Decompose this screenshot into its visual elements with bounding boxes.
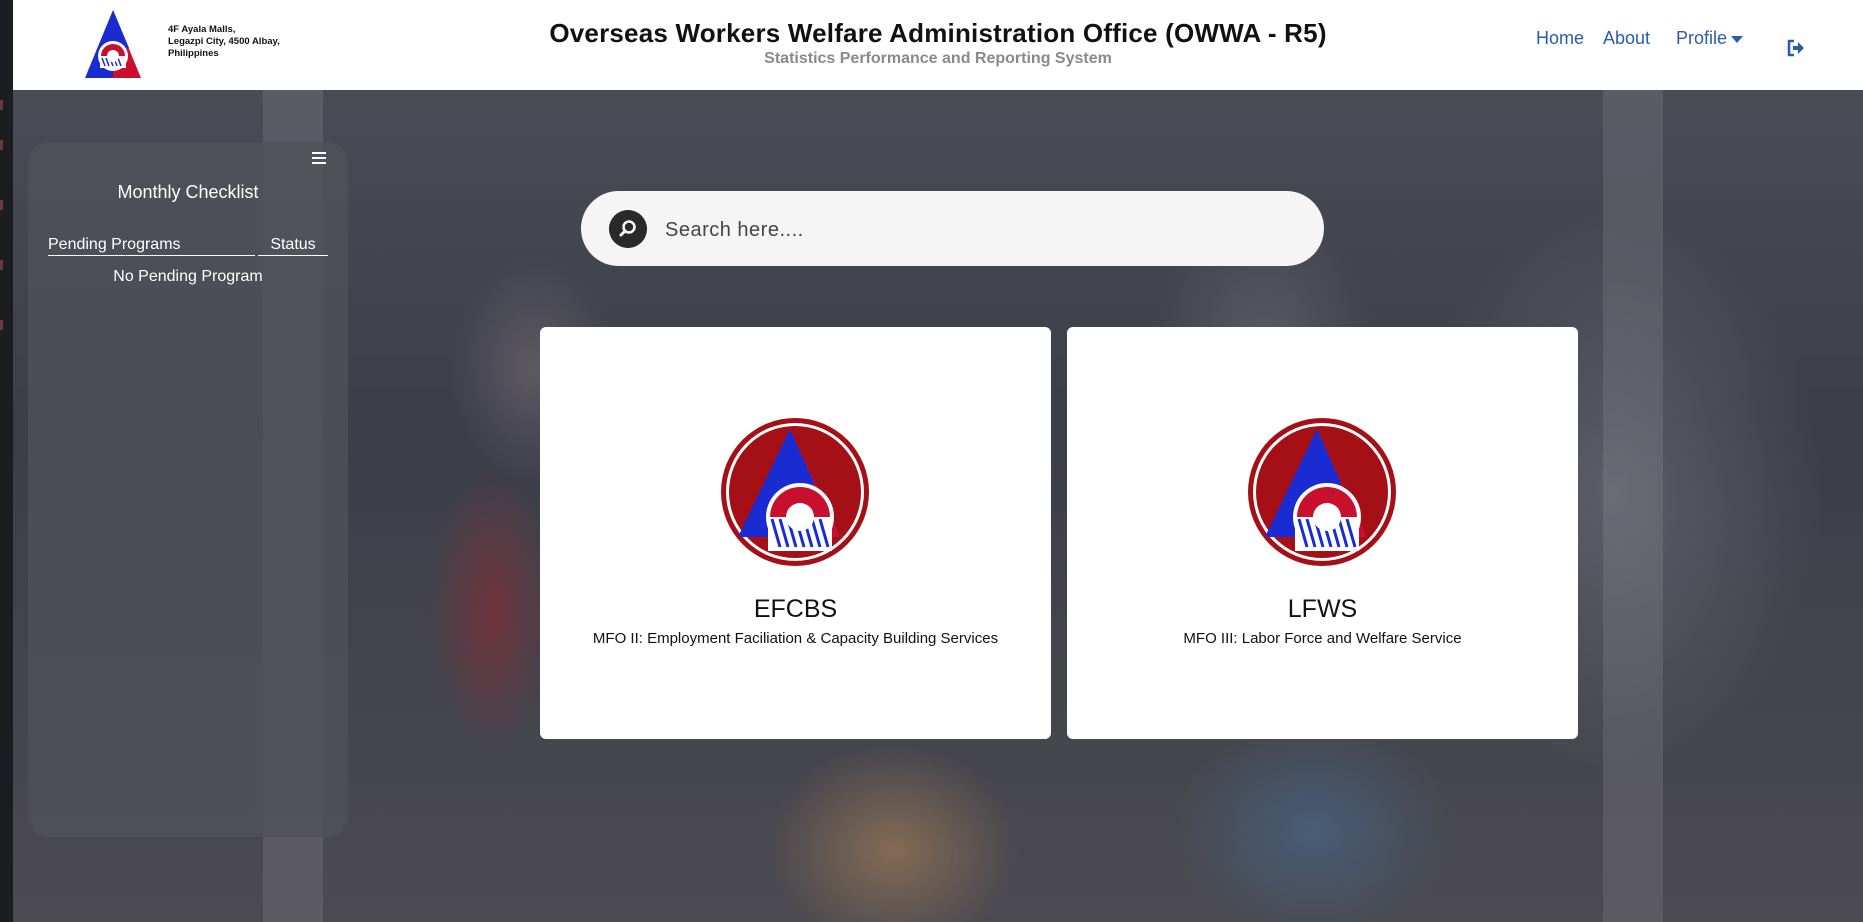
address-line: 4F Ayala Malls, <box>168 24 236 35</box>
empty-state-text: No Pending Program <box>113 268 263 285</box>
owwa-emblem-icon <box>1248 418 1396 566</box>
logout-icon[interactable] <box>1786 38 1806 58</box>
page-title: Overseas Workers Welfare Administration … <box>549 18 1327 48</box>
program-card-lfws[interactable]: LFWS MFO III: Labor Force and Welfare Se… <box>1067 327 1578 739</box>
checklist-title: Monthly Checklist <box>117 182 259 202</box>
caret-down-icon <box>1731 35 1744 43</box>
search-icon[interactable] <box>609 210 647 248</box>
top-header: 4F Ayala Malls, Legazpi City, 4500 Albay… <box>13 0 1863 90</box>
nav-home-link[interactable]: Home <box>1536 28 1584 49</box>
nav-profile-dropdown[interactable]: Profile <box>1676 28 1744 49</box>
title-block: Overseas Workers Welfare Administration … <box>13 18 1863 68</box>
page-subtitle: Statistics Performance and Reporting Sys… <box>764 50 1112 67</box>
search-input[interactable] <box>663 209 1287 251</box>
card-title: EFCBS <box>753 595 838 623</box>
card-title: LFWS <box>1287 595 1358 623</box>
column-header-programs: Pending Programs <box>48 236 255 256</box>
address-line: Philippines <box>168 48 219 59</box>
nav-profile-label: Profile <box>1676 28 1728 48</box>
owwa-logo-icon <box>85 10 141 78</box>
card-description: MFO II: Employment Faciliation & Capacit… <box>592 630 999 647</box>
monthly-checklist-panel: Monthly Checklist Pending Programs Statu… <box>28 142 348 837</box>
window-edge <box>0 0 13 922</box>
menu-icon[interactable] <box>312 152 326 164</box>
search-bar <box>581 191 1324 266</box>
owwa-emblem-icon <box>721 418 869 566</box>
column-header-status: Status <box>258 236 328 256</box>
nav-about-link[interactable]: About <box>1603 28 1650 49</box>
program-card-efcbs[interactable]: EFCBS MFO II: Employment Faciliation & C… <box>540 327 1051 739</box>
office-address: 4F Ayala Malls, Legazpi City, 4500 Albay… <box>168 24 280 60</box>
card-description: MFO III: Labor Force and Welfare Service <box>1183 630 1462 647</box>
address-line: Legazpi City, 4500 Albay, <box>168 36 280 47</box>
